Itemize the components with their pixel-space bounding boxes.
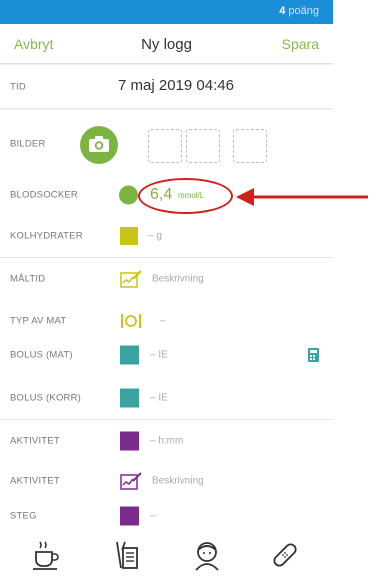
navigation-bar: Avbryt Ny logg Spara: [0, 24, 333, 64]
status-bar: 4 poäng: [0, 0, 333, 24]
blood-sugar-label: BLODSOCKER: [10, 189, 78, 201]
bolus-meal-label: BOLUS (MAT): [10, 349, 73, 361]
activity-time-row[interactable]: AKTIVITET – h:mm: [0, 420, 333, 463]
person-icon[interactable]: [190, 538, 224, 572]
activity-time-value[interactable]: – h:mm: [150, 436, 183, 447]
food-menu-icon[interactable]: [110, 538, 144, 572]
activity-square-icon: [120, 431, 139, 451]
food-type-label: TYP AV MAT: [10, 315, 67, 327]
meal-row[interactable]: MÅLTID Beskrivning: [0, 258, 333, 301]
bottom-tab-bar: [0, 530, 333, 580]
carbs-square-icon: [120, 227, 138, 245]
bolus-corr-value[interactable]: – IE: [150, 393, 168, 404]
steps-square-icon: [120, 506, 139, 525]
camera-button[interactable]: [80, 126, 118, 164]
bolus-square-icon: [120, 345, 139, 365]
cancel-button[interactable]: Avbryt: [14, 36, 53, 52]
activity-label: AKTIVITET: [10, 475, 60, 487]
annotation-arrow: [236, 188, 368, 206]
steps-value[interactable]: –: [150, 510, 156, 521]
photo-slot[interactable]: [186, 129, 220, 163]
save-button[interactable]: Spara: [282, 36, 319, 52]
camera-icon: [89, 136, 109, 152]
carbs-value[interactable]: – g: [148, 231, 162, 242]
bolus-meal-value[interactable]: – IE: [150, 350, 168, 361]
calculator-icon[interactable]: [308, 348, 319, 362]
points-counter: 4 poäng: [279, 5, 319, 17]
time-value[interactable]: 7 maj 2019 04:46: [118, 77, 234, 94]
meal-value[interactable]: Beskrivning: [152, 274, 204, 285]
food-type-value[interactable]: –: [160, 316, 166, 327]
coffee-icon[interactable]: [28, 538, 62, 572]
cutlery-icon: [121, 314, 141, 328]
photo-slot[interactable]: [233, 129, 267, 163]
activity-label: AKTIVITET: [10, 435, 60, 447]
photo-slot[interactable]: [148, 129, 182, 163]
highlight-ellipse: [138, 178, 233, 214]
carbs-label: KOLHYDRATER: [10, 230, 83, 242]
meal-label: MÅLTID: [10, 273, 46, 285]
blood-sugar-indicator-icon: [119, 185, 138, 205]
bolus-corr-label: BOLUS (KORR): [10, 392, 82, 404]
time-row[interactable]: TID 7 maj 2019 04:46: [0, 65, 333, 109]
images-label: BILDER: [10, 138, 46, 149]
activity-desc-value[interactable]: Beskrivning: [152, 476, 204, 487]
bandage-icon[interactable]: [268, 538, 302, 572]
notepad-icon: [120, 270, 142, 288]
images-row: BILDER: [0, 110, 333, 178]
phone-screen: 4 poäng Avbryt Ny logg Spara TID 7 maj 2…: [0, 0, 333, 580]
steps-label: STEG: [10, 510, 37, 521]
bolus-square-icon: [120, 388, 139, 408]
bolus-corr-row[interactable]: BOLUS (KORR) – IE: [0, 377, 333, 420]
bolus-meal-row[interactable]: BOLUS (MAT) – IE: [0, 333, 333, 378]
carbs-row[interactable]: KOLHYDRATER – g: [0, 215, 333, 258]
notepad-icon: [120, 472, 142, 490]
time-label: TID: [10, 81, 26, 92]
